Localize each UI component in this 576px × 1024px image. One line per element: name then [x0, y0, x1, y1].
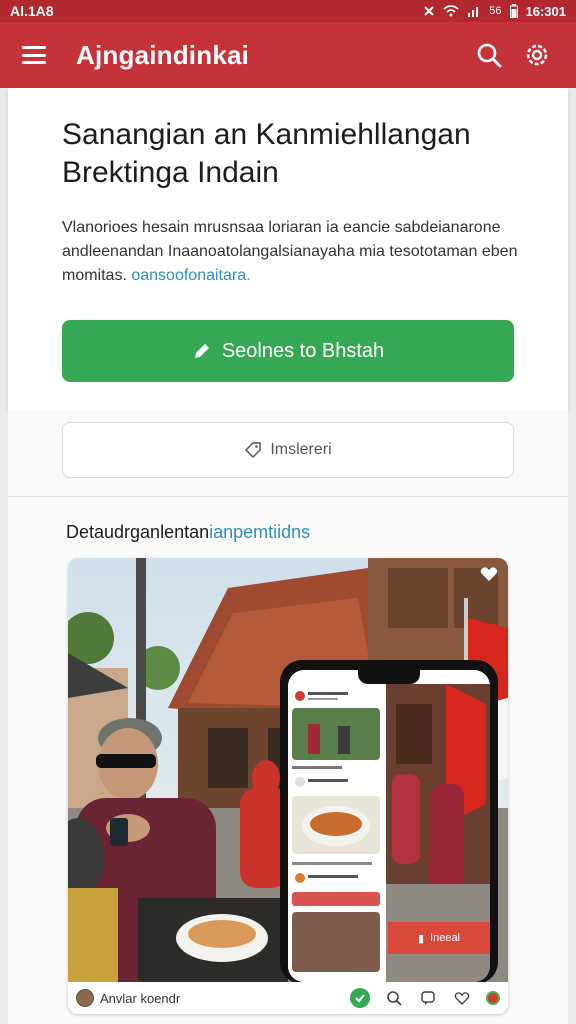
check-icon[interactable] [350, 988, 370, 1008]
bookmark-heart-icon[interactable] [480, 566, 498, 587]
status-bar: Al.1A8 56 16:301 [0, 0, 576, 22]
phone-notch [358, 670, 420, 684]
secondary-action-label: Imslereri [270, 441, 332, 458]
author-name[interactable]: Anvlar koendr [100, 991, 344, 1006]
photo-footer: Anvlar koendr [68, 982, 508, 1014]
photo-actions [350, 988, 500, 1008]
wifi-icon [443, 5, 459, 17]
search-icon[interactable] [472, 38, 506, 72]
photo-card[interactable]: ▮ Ineeal Anvlar koendr [68, 558, 508, 1014]
search-icon[interactable] [384, 988, 404, 1008]
primary-action-button[interactable]: Seolnes to Bhstah [62, 320, 514, 382]
avatar[interactable] [76, 989, 94, 1007]
section-title-main: Detaudrganlentan [66, 522, 210, 542]
status-indicators: 56 16:301 [423, 4, 566, 19]
content-area: Imslereri Detaudrganlentanianpemtiidns ▮… [8, 410, 568, 1024]
app-title: Ajngaindinkai [76, 39, 250, 70]
phone-banner-icon: ▮ [417, 932, 425, 945]
section-title-accent[interactable]: ianpemtiidns [209, 522, 310, 542]
status-time: 16:301 [525, 3, 566, 19]
menu-icon[interactable] [22, 46, 46, 64]
signal-text: 56 [489, 5, 502, 17]
status-left-text: Al.1A8 [10, 3, 54, 19]
primary-action-label: Seolnes to Bhstah [221, 339, 385, 362]
hero-title-line-2: Brektinga Indain [62, 156, 279, 189]
battery-icon [509, 4, 518, 18]
divider [8, 496, 568, 497]
hero-title-line-1: Sanangian an Kanmiehllangan [62, 118, 471, 151]
record-icon[interactable] [486, 991, 500, 1005]
pencil-icon [194, 344, 209, 358]
gear-icon[interactable] [520, 38, 554, 72]
phone-feed-content [292, 691, 380, 972]
app-bar: Ajngaindinkai [0, 22, 576, 88]
phone-feed [288, 684, 386, 982]
heart-icon[interactable] [452, 988, 472, 1008]
hero-card: Sanangian an Kanmiehllangan Brektinga In… [8, 88, 568, 410]
hero-description: Vlanorioes hesain mrusnsaa loriaran ia e… [62, 216, 522, 288]
phone-mockup: ▮ Ineeal [280, 660, 498, 984]
signal-icon [468, 7, 479, 17]
phone-banner: ▮ Ineeal [388, 922, 490, 954]
comment-icon[interactable] [418, 988, 438, 1008]
hero-title: Sanangian an Kanmiehllangan Brektinga In… [62, 116, 532, 192]
section-title: Detaudrganlentanianpemtiidns [66, 522, 310, 543]
phone-screen: ▮ Ineeal [288, 670, 490, 982]
phone-banner-text: Ineeal [430, 932, 461, 944]
hero-description-link[interactable]: oansoofonaitara. [131, 267, 250, 284]
tag-icon [245, 442, 262, 459]
secondary-action-button[interactable]: Imslereri [62, 422, 514, 478]
notification-x-icon [424, 6, 434, 16]
